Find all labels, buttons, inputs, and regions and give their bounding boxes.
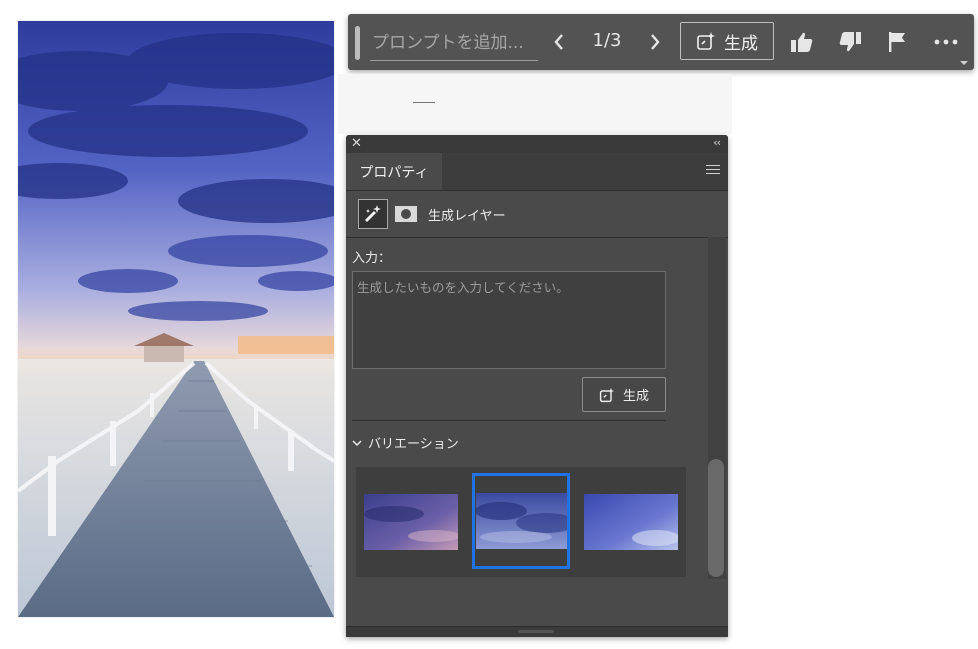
flag-icon: [889, 32, 905, 52]
variation-thumbnail-3[interactable]: [584, 494, 678, 550]
generative-layer-icon: [358, 199, 388, 229]
background-panel-strip: [338, 74, 732, 134]
chevron-left-icon: [554, 34, 563, 50]
report-button[interactable]: [883, 28, 911, 56]
generate-icon: [697, 32, 715, 50]
panel-tab-row: プロパティ: [346, 153, 728, 191]
thumbs-down-icon: [839, 32, 861, 52]
next-variation-button[interactable]: [642, 28, 668, 56]
variation-counter: 1/3: [592, 30, 622, 51]
close-panel-icon[interactable]: ✕: [351, 137, 362, 151]
generate-button-label: 生成: [724, 33, 758, 54]
variation-thumbnail-2[interactable]: [476, 493, 570, 549]
generation-prompt-field[interactable]: [352, 271, 666, 369]
panel-resize-bar[interactable]: [346, 626, 728, 637]
taskbar-options-caret[interactable]: [960, 61, 968, 65]
drag-handle[interactable]: [355, 26, 360, 60]
properties-panel: ✕ ‹‹ プロパティ 生成レイヤー 入力： 生成 バリエーション: [346, 135, 728, 637]
panel-menu-icon[interactable]: [706, 165, 720, 177]
variation-thumbnail-1[interactable]: [364, 494, 458, 550]
panel-scrollbar-thumb[interactable]: [708, 459, 724, 577]
layer-info-row: 生成レイヤー: [346, 191, 728, 238]
variations-label: バリエーション: [368, 437, 459, 452]
more-options-button[interactable]: [932, 28, 960, 56]
canvas-image: [18, 21, 334, 617]
chevron-down-icon: [352, 439, 362, 446]
prompt-input[interactable]: [370, 26, 538, 61]
tab-properties[interactable]: プロパティ: [346, 153, 442, 190]
collapse-panel-icon[interactable]: ‹‹: [713, 136, 721, 149]
chevron-right-icon: [651, 34, 660, 50]
panel-generate-button[interactable]: 生成: [582, 377, 666, 412]
generate-button[interactable]: 生成: [680, 22, 774, 60]
more-icon: [934, 39, 958, 45]
input-label: 入力：: [352, 251, 392, 266]
section-divider: [352, 420, 666, 421]
panel-title-bar[interactable]: ✕ ‹‹: [346, 135, 728, 153]
layer-type-label: 生成レイヤー: [428, 209, 506, 224]
generate-icon: [599, 387, 615, 402]
thumbs-up-button[interactable]: [788, 28, 816, 56]
thumbs-down-button[interactable]: [836, 28, 864, 56]
previous-variation-button[interactable]: [546, 28, 572, 56]
layer-mask-icon: [395, 206, 417, 222]
panel-generate-label: 生成: [622, 389, 649, 404]
contextual-task-bar: 1/3 生成: [348, 14, 974, 70]
thumbs-up-icon: [791, 32, 813, 52]
variations-section-toggle[interactable]: バリエーション: [352, 433, 459, 452]
